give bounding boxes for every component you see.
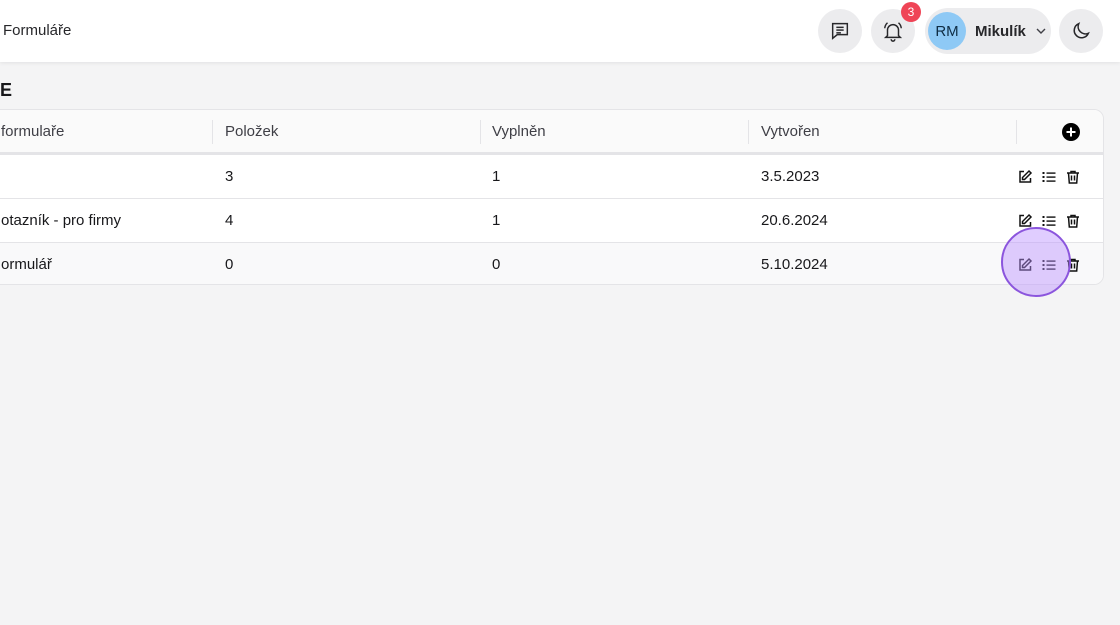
edit-icon (1019, 169, 1033, 183)
bell-icon (883, 22, 903, 42)
column-divider (1016, 120, 1017, 144)
table-header: formulaře Položek Vyplněn Vytvořen (0, 110, 1103, 154)
column-header-created[interactable]: Vytvořen (761, 110, 820, 154)
column-divider (480, 120, 481, 144)
top-bar: Formuláře 3 RM Mikulík (0, 0, 1120, 62)
column-header-name[interactable]: formulaře (1, 110, 64, 154)
avatar: RM (928, 12, 966, 50)
created-date-cell: 3.5.2023 (761, 168, 820, 185)
list-entries-button[interactable] (1041, 213, 1057, 229)
row-actions (1017, 199, 1081, 243)
chevron-down-icon (1036, 28, 1046, 34)
messages-button[interactable] (818, 9, 862, 53)
moon-icon (1073, 22, 1090, 39)
edit-icon (1019, 257, 1033, 271)
table-row[interactable]: otazník - pro firmy 4 1 20.6.2024 (0, 198, 1103, 242)
row-actions (1017, 243, 1081, 284)
user-menu[interactable]: RM Mikulík (925, 8, 1051, 54)
filled-count-cell: 1 (492, 212, 501, 229)
delete-button[interactable] (1065, 213, 1081, 229)
theme-toggle-button[interactable] (1059, 9, 1103, 53)
form-name-cell: otazník - pro firmy (1, 212, 122, 229)
table-row[interactable]: 3 1 3.5.2023 (0, 154, 1103, 198)
edit-icon (1019, 213, 1033, 227)
items-count-cell: 3 (225, 168, 234, 185)
list-icon (1042, 172, 1056, 182)
edit-button[interactable] (1017, 257, 1033, 273)
form-name-cell: ormulář (1, 256, 52, 273)
row-actions (1017, 155, 1081, 199)
breadcrumb[interactable]: Formuláře (3, 22, 71, 39)
add-form-button[interactable] (1061, 122, 1081, 142)
column-header-items[interactable]: Položek (225, 110, 278, 154)
list-entries-button[interactable] (1041, 257, 1057, 273)
edit-button[interactable] (1017, 169, 1033, 185)
filled-count-cell: 0 (492, 256, 501, 273)
trash-icon (1067, 258, 1079, 272)
created-date-cell: 5.10.2024 (761, 256, 828, 273)
user-name: Mikulík (975, 22, 1026, 40)
notification-badge: 3 (901, 2, 921, 22)
delete-button[interactable] (1065, 169, 1081, 185)
trash-icon (1067, 170, 1079, 184)
edit-button[interactable] (1017, 213, 1033, 229)
filled-count-cell: 1 (492, 168, 501, 185)
list-icon (1042, 260, 1056, 270)
trash-icon (1067, 214, 1079, 228)
notifications-button[interactable]: 3 (871, 2, 921, 53)
page-title: E (0, 80, 13, 100)
forms-table: formulaře Položek Vyplněn Vytvořen 3 1 3… (0, 109, 1104, 285)
delete-button[interactable] (1065, 257, 1081, 273)
items-count-cell: 0 (225, 256, 234, 273)
column-header-filled[interactable]: Vyplněn (492, 110, 546, 154)
column-divider (212, 120, 213, 144)
list-entries-button[interactable] (1041, 169, 1057, 185)
message-icon (831, 22, 849, 40)
table-row[interactable]: ormulář 0 0 5.10.2024 (0, 242, 1103, 284)
items-count-cell: 4 (225, 212, 234, 229)
list-icon (1042, 216, 1056, 226)
column-divider (748, 120, 749, 144)
created-date-cell: 20.6.2024 (761, 212, 828, 229)
